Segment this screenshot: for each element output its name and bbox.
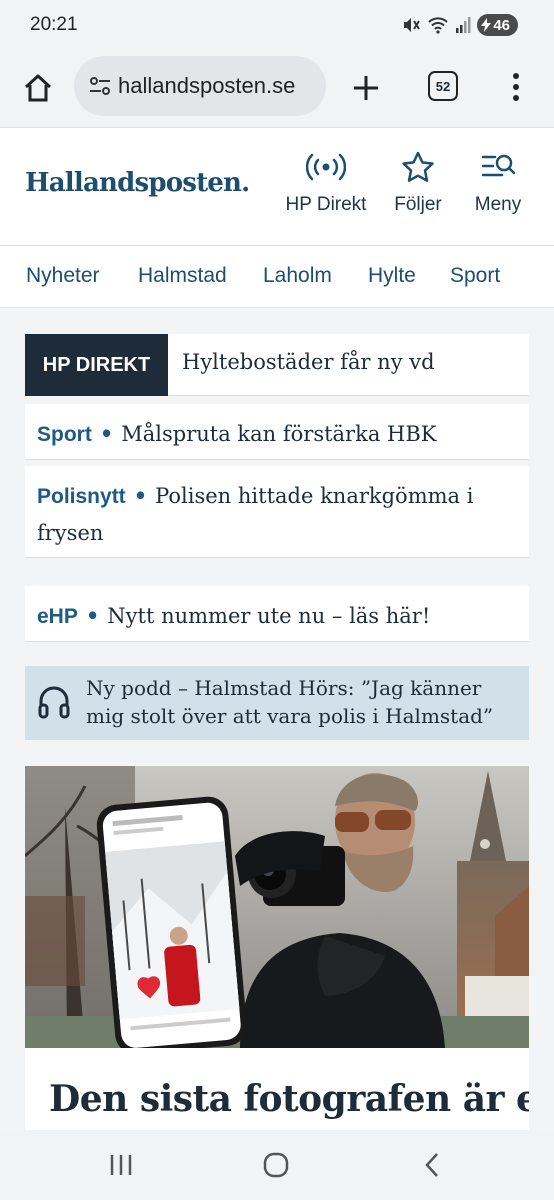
hp-direkt-label: HP Direkt bbox=[285, 194, 367, 215]
battery-charging-icon bbox=[481, 18, 492, 32]
status-bar: 20:21 46 bbox=[0, 0, 554, 52]
more-menu-button[interactable] bbox=[498, 66, 534, 108]
battery-level: 46 bbox=[493, 16, 510, 34]
podcast-banner[interactable]: Ny podd – Halmstad Hörs: ”Jag känner mig… bbox=[25, 666, 529, 740]
section-hylte[interactable]: Hylte bbox=[368, 264, 416, 288]
news-tag: Sport bbox=[37, 423, 92, 446]
news-line: Polisnytt • Polisen hittade knarkgömma i f… bbox=[25, 466, 529, 559]
section-nav: Nyheter Halmstad Laholm Hylte Sport bbox=[0, 246, 554, 308]
podcast-text: Ny podd – Halmstad Hörs: ”Jag känner mig… bbox=[86, 676, 494, 728]
new-tab-button[interactable] bbox=[346, 68, 386, 108]
article-headline: Den sista fotografen är en bbox=[49, 1078, 529, 1120]
bullet: • bbox=[99, 421, 114, 446]
site-logo[interactable]: Hallandsposten. bbox=[25, 168, 250, 198]
article-headline-card[interactable]: Den sista fotografen är en bbox=[25, 1048, 529, 1130]
section-laholm[interactable]: Laholm bbox=[263, 264, 332, 288]
bullet: • bbox=[133, 483, 148, 508]
recent-apps-button[interactable] bbox=[101, 1148, 141, 1182]
hp-direkt-nav[interactable]: HP Direkt bbox=[276, 150, 376, 216]
headphones-icon bbox=[37, 684, 71, 725]
bullet: • bbox=[85, 603, 100, 628]
menu-search-icon bbox=[480, 150, 516, 184]
browser-toolbar: hallandsposten.se 52 bbox=[0, 52, 554, 128]
meny-label: Meny bbox=[474, 194, 522, 215]
home-button[interactable] bbox=[18, 68, 58, 108]
news-tag: eHP bbox=[37, 605, 78, 628]
tabs-button[interactable]: 52 bbox=[428, 71, 458, 101]
clock: 20:21 bbox=[30, 14, 78, 35]
new-tab-icon bbox=[354, 76, 378, 100]
section-halmstad[interactable]: Halmstad bbox=[138, 264, 227, 288]
section-sport[interactable]: Sport bbox=[450, 264, 500, 288]
article-hero-image[interactable] bbox=[25, 766, 529, 1048]
news-text: Målspruta kan förstärka HBK bbox=[121, 422, 437, 446]
mute-icon bbox=[404, 18, 421, 32]
news-item-sport[interactable]: Sport • Målspruta kan förstärka HBK bbox=[25, 404, 529, 460]
site-settings-icon[interactable] bbox=[86, 72, 114, 100]
wifi-icon bbox=[428, 17, 449, 34]
battery-indicator: 46 bbox=[477, 14, 518, 36]
news-line: eHP • Nytt nummer ute nu – läs här! bbox=[25, 586, 529, 643]
system-navigation-bar bbox=[0, 1130, 554, 1200]
news-text: Nytt nummer ute nu – läs här! bbox=[107, 604, 431, 628]
news-line: Sport • Målspruta kan förstärka HBK bbox=[25, 404, 529, 461]
star-icon bbox=[401, 150, 435, 184]
status-icons: 46 bbox=[401, 14, 518, 36]
address-bar[interactable]: hallandsposten.se bbox=[74, 56, 326, 116]
hp-direkt-card[interactable]: HP DIREKT Hyltebostäder får ny vd bbox=[25, 334, 529, 396]
home-nav-button[interactable] bbox=[256, 1148, 296, 1182]
recent-apps-icon bbox=[110, 1155, 132, 1175]
hp-direkt-headline: Hyltebostäder får ny vd bbox=[182, 350, 435, 374]
site-header: Hallandsposten. HP Direkt Följer Meny bbox=[0, 128, 554, 246]
section-nyheter[interactable]: Nyheter bbox=[26, 264, 100, 288]
home-icon bbox=[24, 74, 52, 102]
news-tag: Polisnytt bbox=[37, 485, 126, 508]
foljer-label: Följer bbox=[394, 194, 442, 215]
signal-icon bbox=[456, 17, 471, 33]
news-item-ehp[interactable]: eHP • Nytt nummer ute nu – läs här! bbox=[25, 586, 529, 642]
news-item-polisnytt[interactable]: Polisnytt • Polisen hittade knarkgömma i f… bbox=[25, 466, 529, 558]
back-button[interactable] bbox=[412, 1148, 452, 1182]
live-broadcast-icon bbox=[306, 150, 346, 184]
tab-count: 52 bbox=[435, 78, 451, 94]
url-text: hallandsposten.se bbox=[118, 73, 296, 98]
hp-direkt-badge: HP DIREKT bbox=[25, 334, 168, 396]
more-menu-icon bbox=[513, 73, 519, 101]
meny-nav[interactable]: Meny bbox=[448, 150, 548, 216]
back-chevron-icon bbox=[425, 1153, 438, 1177]
home-circle-icon bbox=[263, 1152, 289, 1178]
